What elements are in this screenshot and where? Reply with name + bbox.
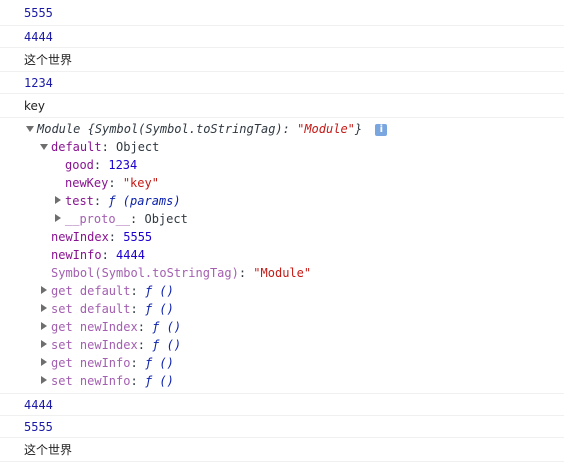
accessor-value: ƒ () bbox=[152, 338, 182, 352]
accessor-label: get newIndex bbox=[51, 320, 138, 334]
console-log-line: key bbox=[0, 94, 564, 118]
property-key: newInfo bbox=[51, 248, 102, 262]
log-value: 5555 bbox=[24, 6, 53, 20]
log-value: 5555 bbox=[24, 420, 53, 434]
proto-property[interactable]: __proto__: Object bbox=[65, 210, 188, 228]
property-value: Object bbox=[116, 140, 160, 154]
collapsed-triangle-icon[interactable] bbox=[41, 376, 47, 384]
property-value: 1234 bbox=[108, 158, 138, 172]
log-value: 这个世界 bbox=[24, 53, 73, 67]
console-log-line: 4444 bbox=[0, 394, 564, 416]
module-object-tree: Module {Symbol(Symbol.toStringTag): "Mod… bbox=[0, 118, 564, 394]
collapsed-triangle-icon[interactable] bbox=[41, 304, 47, 312]
property-key: newKey bbox=[65, 176, 109, 190]
good-property: good: 1234 bbox=[65, 158, 138, 172]
property-key: __proto__ bbox=[65, 212, 131, 226]
console-log-line: 5555 bbox=[0, 416, 564, 438]
test-property[interactable]: test: ƒ (params) bbox=[65, 192, 181, 210]
module-detail: {Symbol(Symbol.toStringTag): bbox=[87, 122, 298, 136]
log-value: 这个世界 bbox=[24, 443, 73, 457]
collapsed-triangle-icon[interactable] bbox=[41, 286, 47, 294]
console-log-line: 这个世界 bbox=[0, 438, 564, 462]
console-log-line: 1234 bbox=[0, 72, 564, 94]
module-name: Module bbox=[37, 122, 81, 136]
accessor-value: ƒ () bbox=[144, 356, 174, 370]
accessor-get-newinfo[interactable]: get newInfo: ƒ () bbox=[51, 354, 174, 372]
default-property[interactable]: default: Object bbox=[51, 138, 159, 156]
accessor-label: set newIndex bbox=[51, 338, 138, 352]
expand-triangle-icon[interactable] bbox=[26, 126, 34, 132]
accessor-value: ƒ () bbox=[144, 302, 174, 316]
property-value: Object bbox=[144, 212, 188, 226]
property-value: "Module" bbox=[253, 266, 312, 280]
accessor-set-default[interactable]: set default: ƒ () bbox=[51, 300, 174, 318]
collapsed-triangle-icon[interactable] bbox=[41, 322, 47, 330]
accessor-value: ƒ () bbox=[144, 284, 174, 298]
newinfo-property: newInfo: 4444 bbox=[51, 248, 145, 262]
property-value: 5555 bbox=[123, 230, 153, 244]
symbol-property: Symbol(Symbol.toStringTag): "Module" bbox=[51, 266, 312, 280]
property-value: "key" bbox=[122, 176, 159, 190]
collapsed-triangle-icon[interactable] bbox=[55, 214, 61, 222]
accessor-value: ƒ () bbox=[152, 320, 182, 334]
accessor-get-newindex[interactable]: get newIndex: ƒ () bbox=[51, 318, 181, 336]
accessor-label: set newInfo bbox=[51, 374, 131, 388]
expand-triangle-icon[interactable] bbox=[40, 144, 48, 150]
property-key: test bbox=[65, 194, 94, 208]
property-key: good bbox=[65, 158, 94, 172]
console-log-line: 4444 bbox=[0, 26, 564, 48]
accessor-get-default[interactable]: get default: ƒ () bbox=[51, 282, 174, 300]
accessor-label: set default bbox=[51, 302, 131, 316]
module-close: } bbox=[354, 122, 363, 136]
accessor-set-newinfo[interactable]: set newInfo: ƒ () bbox=[51, 372, 174, 390]
accessor-label: get default bbox=[51, 284, 131, 298]
log-value: 4444 bbox=[24, 398, 53, 412]
collapsed-triangle-icon[interactable] bbox=[41, 358, 47, 366]
log-value: key bbox=[24, 99, 46, 113]
info-icon[interactable]: i bbox=[375, 123, 388, 136]
property-value: ƒ (params) bbox=[108, 194, 181, 208]
module-header[interactable]: Module {Symbol(Symbol.toStringTag): "Mod… bbox=[37, 120, 388, 138]
console-log-line: 这个世界 bbox=[0, 48, 564, 72]
console-log-line: 5555 bbox=[0, 0, 564, 26]
collapsed-triangle-icon[interactable] bbox=[41, 340, 47, 348]
accessor-set-newindex[interactable]: set newIndex: ƒ () bbox=[51, 336, 181, 354]
newindex-property: newIndex: 5555 bbox=[51, 230, 153, 244]
collapsed-triangle-icon[interactable] bbox=[55, 196, 61, 204]
property-key: Symbol(Symbol.toStringTag) bbox=[51, 266, 239, 280]
accessor-label: get newInfo bbox=[51, 356, 131, 370]
newkey-property: newKey: "key" bbox=[65, 176, 159, 190]
property-key: default bbox=[51, 140, 102, 154]
property-key: newIndex bbox=[51, 230, 109, 244]
accessor-value: ƒ () bbox=[144, 374, 174, 388]
log-value: 1234 bbox=[24, 76, 53, 90]
log-value: 4444 bbox=[24, 30, 53, 44]
module-tag-value: "Module" bbox=[297, 122, 355, 136]
property-value: 4444 bbox=[116, 248, 145, 262]
